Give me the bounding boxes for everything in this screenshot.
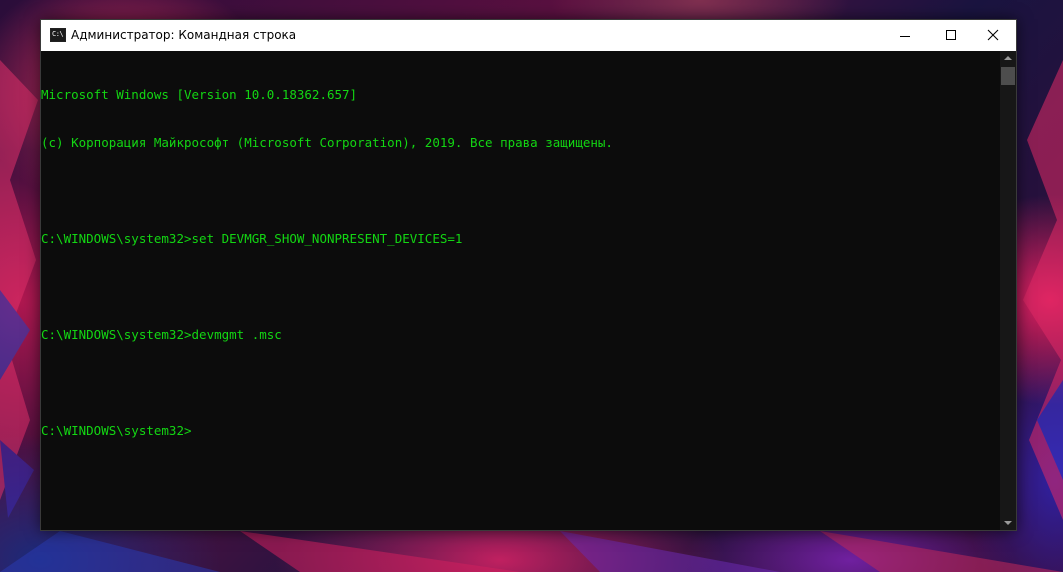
scroll-up-arrow-icon[interactable]	[1004, 56, 1012, 60]
maximize-icon	[946, 30, 956, 40]
cmd-icon[interactable]: C:\	[50, 28, 66, 42]
console-text: Microsoft Windows [Version 10.0.18362.65…	[41, 51, 1001, 471]
vertical-scrollbar[interactable]	[1000, 51, 1016, 530]
minimize-icon	[900, 36, 910, 37]
title-bar[interactable]: C:\ Администратор: Командная строка	[41, 20, 1016, 51]
maximize-button[interactable]	[928, 20, 974, 51]
wallpaper-shard-bottom	[0, 531, 1063, 572]
console-line-copyright: (c) Корпорация Майкрософт (Microsoft Cor…	[41, 135, 613, 150]
command-prompt-window[interactable]: C:\ Администратор: Командная строка Micr…	[40, 19, 1017, 531]
scroll-thumb[interactable]	[1001, 67, 1015, 85]
console-line-set-command: C:\WINDOWS\system32>set DEVMGR_SHOW_NONP…	[41, 231, 463, 246]
console-line-blank	[41, 183, 1001, 199]
console-line-version: Microsoft Windows [Version 10.0.18362.65…	[41, 87, 358, 102]
console-line-devmgmt-command: C:\WINDOWS\system32>devmgmt .msc	[41, 327, 282, 342]
console-line-blank	[41, 279, 1001, 295]
console-line-blank	[41, 375, 1001, 391]
close-icon	[987, 29, 999, 41]
scroll-down-arrow-icon[interactable]	[1004, 521, 1012, 525]
console-output-area[interactable]: Microsoft Windows [Version 10.0.18362.65…	[41, 51, 1001, 530]
minimize-button[interactable]	[882, 20, 928, 51]
console-prompt-line[interactable]: C:\WINDOWS\system32>	[41, 423, 1001, 439]
cmd-icon-glyph: C:\	[52, 30, 64, 38]
close-button[interactable]	[970, 20, 1016, 51]
window-title: Администратор: Командная строка	[71, 28, 297, 42]
wallpaper-shard-right	[1023, 60, 1063, 520]
wallpaper-shard-left	[0, 60, 38, 518]
